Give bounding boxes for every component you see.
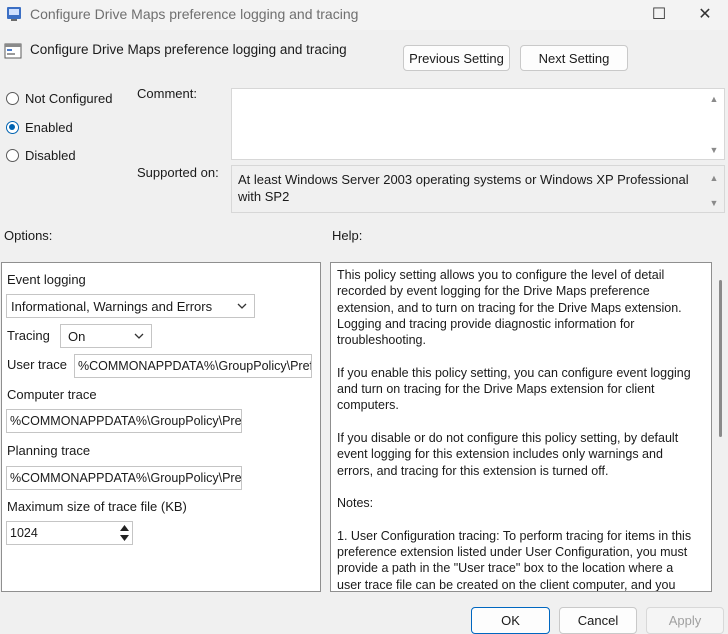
chevron-down-icon <box>237 303 247 309</box>
maximize-button[interactable]: ☐ <box>636 0 682 28</box>
window-title: Configure Drive Maps preference logging … <box>30 6 359 22</box>
setting-title: Configure Drive Maps preference logging … <box>30 42 347 57</box>
tracing-dropdown[interactable]: On <box>60 324 152 348</box>
policy-icon <box>7 7 21 21</box>
user-trace-label: User trace <box>7 357 67 372</box>
radio-enabled[interactable]: Enabled <box>6 120 73 135</box>
maximize-icon: ☐ <box>651 6 667 23</box>
radio-circle <box>6 92 19 105</box>
radio-not-configured[interactable]: Not Configured <box>6 91 112 106</box>
next-setting-button[interactable]: Next Setting <box>520 45 628 71</box>
tracing-label: Tracing <box>7 328 50 343</box>
computer-trace-input[interactable]: %COMMONAPPDATA%\GroupPolicy\Preference\T… <box>6 409 242 433</box>
radio-disabled[interactable]: Disabled <box>6 148 76 163</box>
setting-icon <box>4 43 22 59</box>
radio-label: Enabled <box>25 120 73 135</box>
event-logging-dropdown[interactable]: Informational, Warnings and Errors <box>6 294 255 318</box>
max-size-value: 1024 <box>10 526 38 540</box>
help-paragraph: If you disable or do not configure this … <box>337 430 679 478</box>
close-button[interactable]: ✕ <box>682 0 728 28</box>
user-trace-input[interactable]: %COMMONAPPDATA%\GroupPolicy\Preference\T… <box>74 354 312 378</box>
max-size-label: Maximum size of trace file (KB) <box>7 499 187 514</box>
max-size-stepper[interactable]: 1024 <box>6 521 133 545</box>
supported-on-label: Supported on: <box>137 165 219 180</box>
ok-button[interactable]: OK <box>471 607 550 634</box>
radio-label: Not Configured <box>25 91 113 106</box>
stepper-arrows-icon[interactable] <box>117 522 132 544</box>
previous-setting-button[interactable]: Previous Setting <box>403 45 510 71</box>
computer-trace-value: %COMMONAPPDATA%\GroupPolicy\Preference\T… <box>10 414 242 428</box>
computer-trace-label: Computer trace <box>7 387 97 402</box>
supported-scroll-down-icon[interactable]: ▼ <box>707 196 721 210</box>
options-label: Options: <box>4 228 53 243</box>
help-paragraph: If you enable this policy setting, you c… <box>337 365 691 413</box>
comment-scroll-up-icon[interactable]: ▲ <box>707 92 721 106</box>
planning-trace-input[interactable]: %COMMONAPPDATA%\GroupPolicy\Preference\T… <box>6 466 242 490</box>
planning-trace-value: %COMMONAPPDATA%\GroupPolicy\Preference\T… <box>10 471 242 485</box>
radio-label: Disabled <box>25 148 76 163</box>
apply-button[interactable]: Apply <box>646 607 724 634</box>
help-label: Help: <box>332 228 363 243</box>
chevron-down-icon <box>134 333 144 339</box>
supported-scroll-up-icon[interactable]: ▲ <box>707 171 721 185</box>
help-scrollbar-thumb[interactable] <box>719 280 722 437</box>
close-icon: ✕ <box>698 6 712 23</box>
help-text: This policy setting allows you to config… <box>337 267 693 592</box>
radio-circle <box>6 149 19 162</box>
help-paragraph: Notes: <box>337 496 374 511</box>
help-panel: This policy setting allows you to config… <box>330 262 712 592</box>
help-paragraph: 1. User Configuration tracing: To perfor… <box>337 528 692 592</box>
event-logging-value: Informational, Warnings and Errors <box>11 298 213 314</box>
stepper-arrows <box>117 522 132 544</box>
comment-label: Comment: <box>137 86 197 101</box>
user-trace-value: %COMMONAPPDATA%\GroupPolicy\Preference\T… <box>78 359 312 373</box>
supported-on-value: At least Windows Server 2003 operating s… <box>238 172 689 204</box>
cancel-button[interactable]: Cancel <box>559 607 637 634</box>
help-paragraph: This policy setting allows you to config… <box>337 268 682 348</box>
radio-circle <box>6 121 19 134</box>
tracing-value: On <box>68 328 86 344</box>
comment-textarea[interactable] <box>231 88 725 160</box>
comment-scroll-down-icon[interactable]: ▼ <box>707 143 721 157</box>
planning-trace-label: Planning trace <box>7 443 91 458</box>
event-logging-label: Event logging <box>7 272 86 287</box>
